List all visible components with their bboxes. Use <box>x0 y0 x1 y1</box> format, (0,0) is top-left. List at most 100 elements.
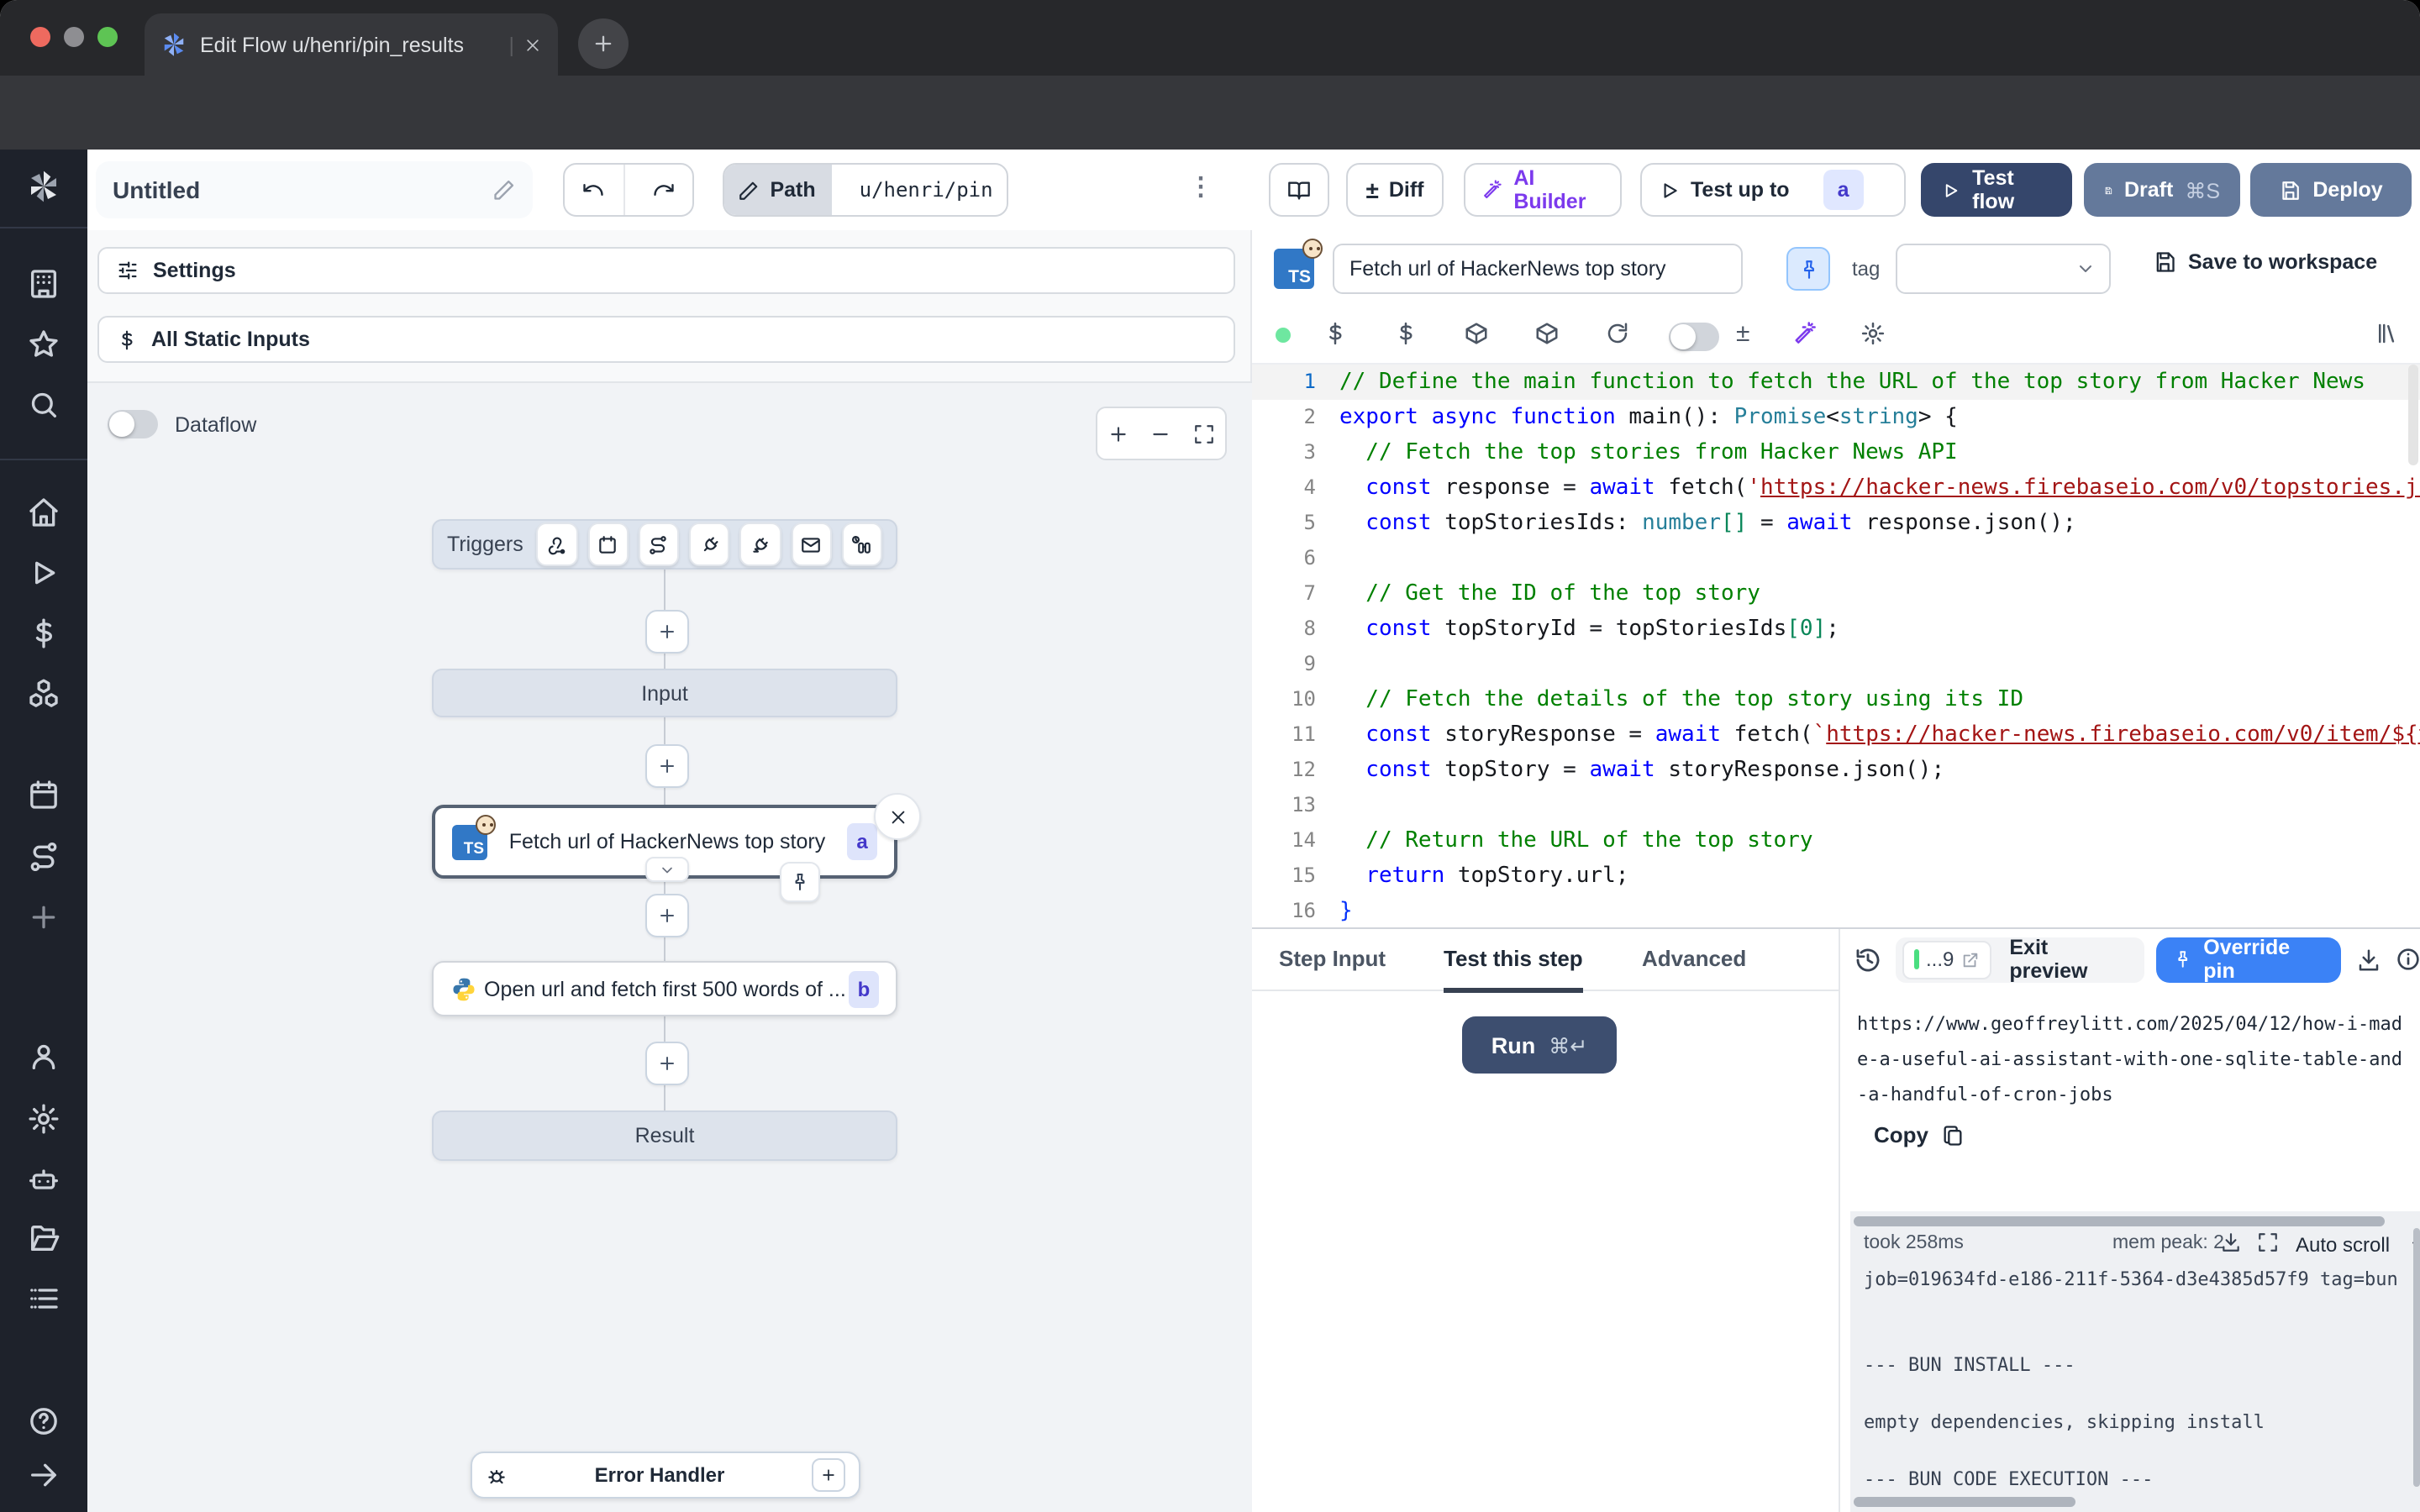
add-step-button[interactable] <box>645 1042 689 1085</box>
code-line[interactable]: 8 const topStoryId = topStoriesIds[0]; <box>1252 612 2420 647</box>
resources-dollar-icon[interactable] <box>1393 321 1418 346</box>
sidebar-item-users-person[interactable] <box>27 1040 60 1074</box>
sidebar-item-runs-play[interactable] <box>27 556 60 590</box>
new-tab-button[interactable] <box>578 18 629 69</box>
draft-button[interactable]: Draft ⌘S <box>2084 163 2240 217</box>
code-line[interactable]: 12 const topStory = await storyResponse.… <box>1252 753 2420 788</box>
code-line[interactable]: 1// Define the main function to fetch th… <box>1252 365 2420 400</box>
kafka-trigger-icon[interactable] <box>740 522 781 566</box>
redo-icon[interactable] <box>634 165 692 215</box>
code-line[interactable]: 11 const storyResponse = await fetch(`ht… <box>1252 717 2420 753</box>
email-trigger-icon[interactable] <box>791 522 831 566</box>
ai-builder-button[interactable]: AI Builder <box>1464 163 1622 217</box>
tab-close-icon[interactable] <box>524 36 541 53</box>
sidebar-item-resources-cubes[interactable] <box>27 677 60 711</box>
pin-toggle-button[interactable] <box>1786 247 1830 291</box>
run-button[interactable]: Run ⌘↵ <box>1462 1016 1617 1074</box>
exit-preview-button[interactable]: Exit preview <box>1997 936 2138 983</box>
sidebar-item-search[interactable] <box>27 388 60 422</box>
sidebar-item-home[interactable] <box>27 496 60 529</box>
toolbar-kebab-icon[interactable]: ⋮ <box>1188 171 1215 202</box>
add-step-button[interactable] <box>645 744 689 788</box>
code-line[interactable]: 16} <box>1252 894 2420 927</box>
code-line[interactable]: 14 // Return the URL of the top story <box>1252 823 2420 858</box>
remove-step-button[interactable] <box>874 793 921 840</box>
path-button[interactable]: Path u/henri/pin <box>723 163 1008 217</box>
add-step-button[interactable] <box>645 610 689 654</box>
flow-graph-canvas[interactable]: Dataflow Triggers <box>87 381 1252 1512</box>
sidebar-item-variables-dollar[interactable] <box>27 617 60 650</box>
edit-name-pencil-icon[interactable] <box>492 178 516 202</box>
sidebar-item-schedules-calendar[interactable] <box>27 778 60 811</box>
sidebar-item-folders[interactable] <box>27 1221 60 1255</box>
diff-plus-minus-icon[interactable]: ± <box>1736 319 1749 348</box>
triggers-node[interactable]: Triggers <box>432 519 897 570</box>
flow-name-field[interactable]: Untitled <box>96 161 533 218</box>
log-vscrollbar[interactable] <box>2413 1228 2420 1487</box>
reload-icon[interactable] <box>1605 321 1630 346</box>
expand-logs-icon[interactable] <box>2257 1231 2279 1253</box>
sidebar-item-workspace[interactable] <box>27 267 60 301</box>
deploy-button[interactable]: Deploy <box>2250 163 2412 217</box>
editor-scrollbar[interactable] <box>2408 365 2418 465</box>
input-node[interactable]: Input <box>432 669 897 717</box>
all-static-inputs-row[interactable]: All Static Inputs <box>97 316 1235 363</box>
schedule-trigger-icon[interactable] <box>587 522 628 566</box>
code-line[interactable]: 9 <box>1252 647 2420 682</box>
step-title-input[interactable] <box>1333 244 1743 294</box>
copy-result-button[interactable]: Copy <box>1874 1122 1964 1147</box>
websocket-trigger-icon[interactable] <box>689 522 729 566</box>
save-to-workspace-button[interactable]: Save to workspace <box>2153 250 2377 274</box>
close-window-button[interactable] <box>30 27 50 47</box>
minimize-window-button[interactable] <box>64 27 84 47</box>
code-line[interactable]: 2export async function main(): Promise<s… <box>1252 400 2420 435</box>
editor-settings-gear-icon[interactable] <box>1860 321 1886 346</box>
poll-trigger-icon[interactable] <box>842 522 882 566</box>
zoom-out-icon[interactable] <box>1150 423 1172 444</box>
code-line[interactable]: 10 // Fetch the details of the top story… <box>1252 682 2420 717</box>
zoom-in-icon[interactable] <box>1107 423 1129 444</box>
code-line[interactable]: 7 // Get the ID of the top story <box>1252 576 2420 612</box>
tab-test-this-step[interactable]: Test this step <box>1444 929 1583 993</box>
job-id-pill[interactable]: ...9 <box>1902 940 1991 979</box>
sidebar-item-add-plus[interactable] <box>27 900 60 934</box>
step-node-b[interactable]: Open url and fetch first 500 words of ..… <box>432 961 897 1016</box>
tag-select[interactable] <box>1896 244 2111 294</box>
code-line[interactable]: 3 // Fetch the top stories from Hacker N… <box>1252 435 2420 470</box>
auto-scroll-label[interactable]: Auto scroll <box>2296 1233 2390 1257</box>
info-icon[interactable] <box>2395 946 2420 973</box>
log-hscrollbar-bottom[interactable] <box>1854 1497 2075 1507</box>
pinned-result-indicator[interactable] <box>780 862 820 902</box>
sidebar-item-logs-list[interactable] <box>27 1282 60 1315</box>
error-handler-node[interactable]: Error Handler <box>471 1452 860 1499</box>
download-result-icon[interactable] <box>2356 947 2381 972</box>
variables-dollar-icon[interactable] <box>1323 321 1348 346</box>
library-icon[interactable] <box>2375 321 2400 346</box>
ai-wand-icon[interactable] <box>1793 321 1818 346</box>
browser-tab[interactable]: Edit Flow u/henri/pin_results | <box>145 13 558 76</box>
code-line[interactable]: 4 const response = await fetch('https://… <box>1252 470 2420 506</box>
sidebar-collapse-arrow-icon[interactable] <box>27 1458 60 1492</box>
download-logs-icon[interactable] <box>2220 1231 2242 1253</box>
webhook-trigger-icon[interactable] <box>537 522 577 566</box>
test-flow-button[interactable]: Test flow <box>1921 163 2072 217</box>
route-trigger-icon[interactable] <box>639 522 679 566</box>
code-line[interactable]: 6 <box>1252 541 2420 576</box>
fit-view-icon[interactable] <box>1193 423 1215 444</box>
package-icon[interactable] <box>1534 321 1560 346</box>
settings-row[interactable]: Settings <box>97 247 1235 294</box>
diff-button[interactable]: ± Diff <box>1346 163 1444 217</box>
add-step-button[interactable] <box>645 894 689 937</box>
external-link-icon[interactable] <box>1960 950 1979 969</box>
history-icon[interactable] <box>1854 945 1882 974</box>
code-line[interactable]: 13 <box>1252 788 2420 823</box>
code-line[interactable]: 5 const topStoriesIds: number[] = await … <box>1252 506 2420 541</box>
windmill-sidebar-logo-icon[interactable] <box>27 170 60 203</box>
result-node[interactable]: Result <box>432 1110 897 1161</box>
code-editor[interactable]: 1// Define the main function to fetch th… <box>1252 365 2420 927</box>
test-up-to-button[interactable]: Test up to a <box>1640 163 1906 217</box>
sidebar-item-settings-gear[interactable] <box>27 1102 60 1136</box>
package-icon[interactable] <box>1464 321 1489 346</box>
undo-icon[interactable] <box>565 165 624 215</box>
tab-step-input[interactable]: Step Input <box>1279 929 1386 988</box>
